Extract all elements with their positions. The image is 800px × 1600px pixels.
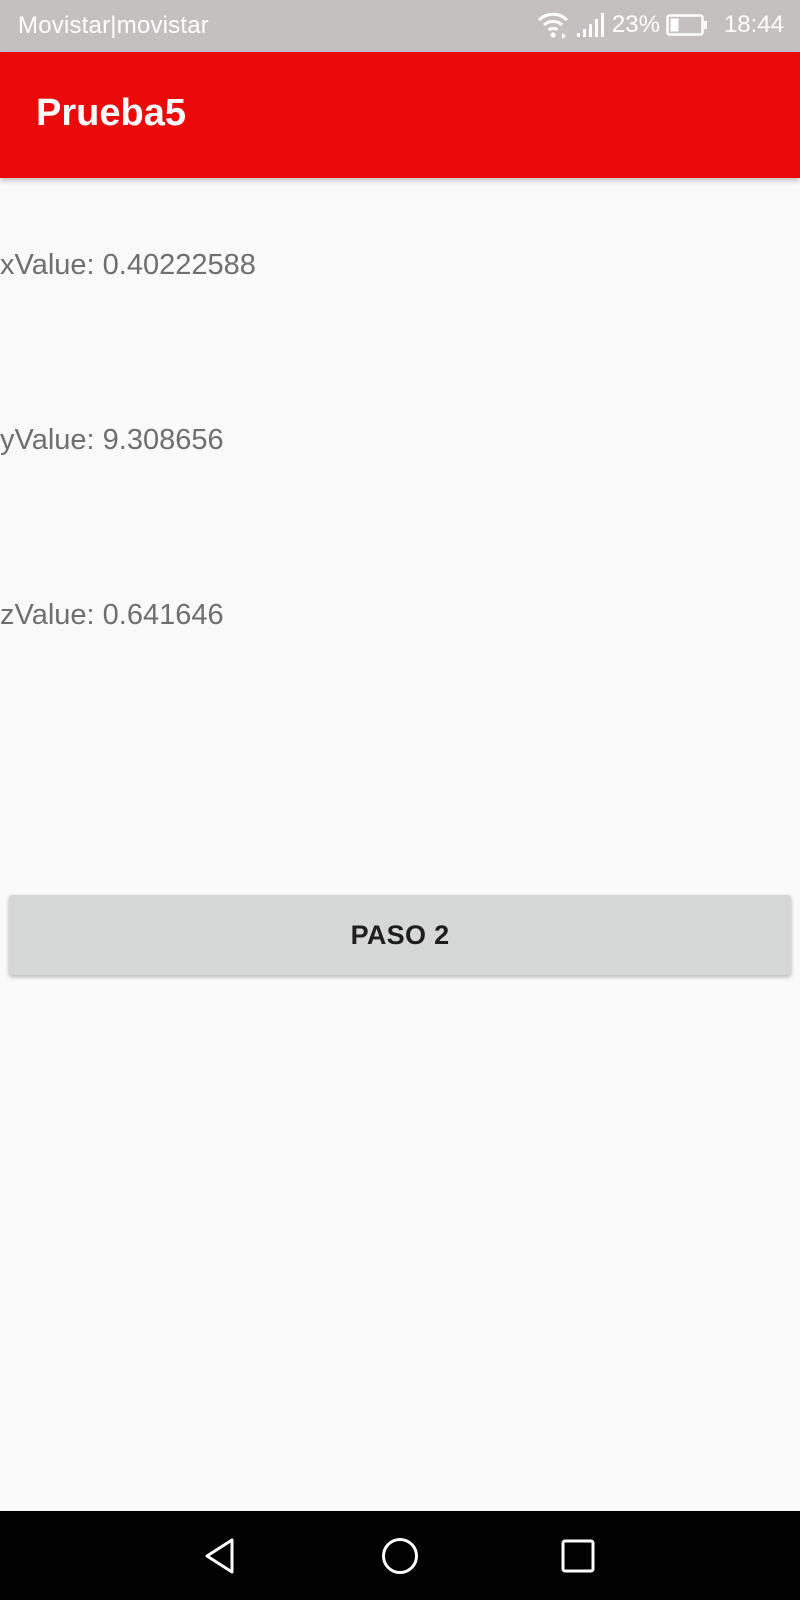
y-value-label: yValue: 9.308656 [0,424,224,456]
status-bar: Movistar|movistar 23% 18:44 [0,0,800,52]
carrier-label: Movistar|movistar [18,12,209,39]
back-icon [205,1538,234,1574]
clock: 18:44 [723,11,784,38]
wifi-icon [536,11,570,39]
app-bar: Prueba5 [0,52,800,178]
status-icons: 23% 18:44 [536,11,784,39]
battery-icon [666,14,708,36]
home-icon [382,1538,418,1574]
z-value-label: zValue: 0.641646 [0,599,224,631]
paso-2-button[interactable]: PASO 2 [9,895,791,975]
app-title: Prueba5 [36,92,186,134]
battery-percent: 23% [611,11,660,38]
signal-icon [576,12,606,38]
navigation-bar [0,1511,800,1600]
x-value-label: xValue: 0.40222588 [0,249,256,281]
back-button[interactable] [197,1531,247,1581]
recent-apps-icon [561,1539,595,1573]
app-screen: Movistar|movistar 23% 18:44 Prueba5 xVal… [0,0,800,1600]
home-button[interactable] [375,1531,425,1581]
recent-apps-button[interactable] [553,1531,603,1581]
